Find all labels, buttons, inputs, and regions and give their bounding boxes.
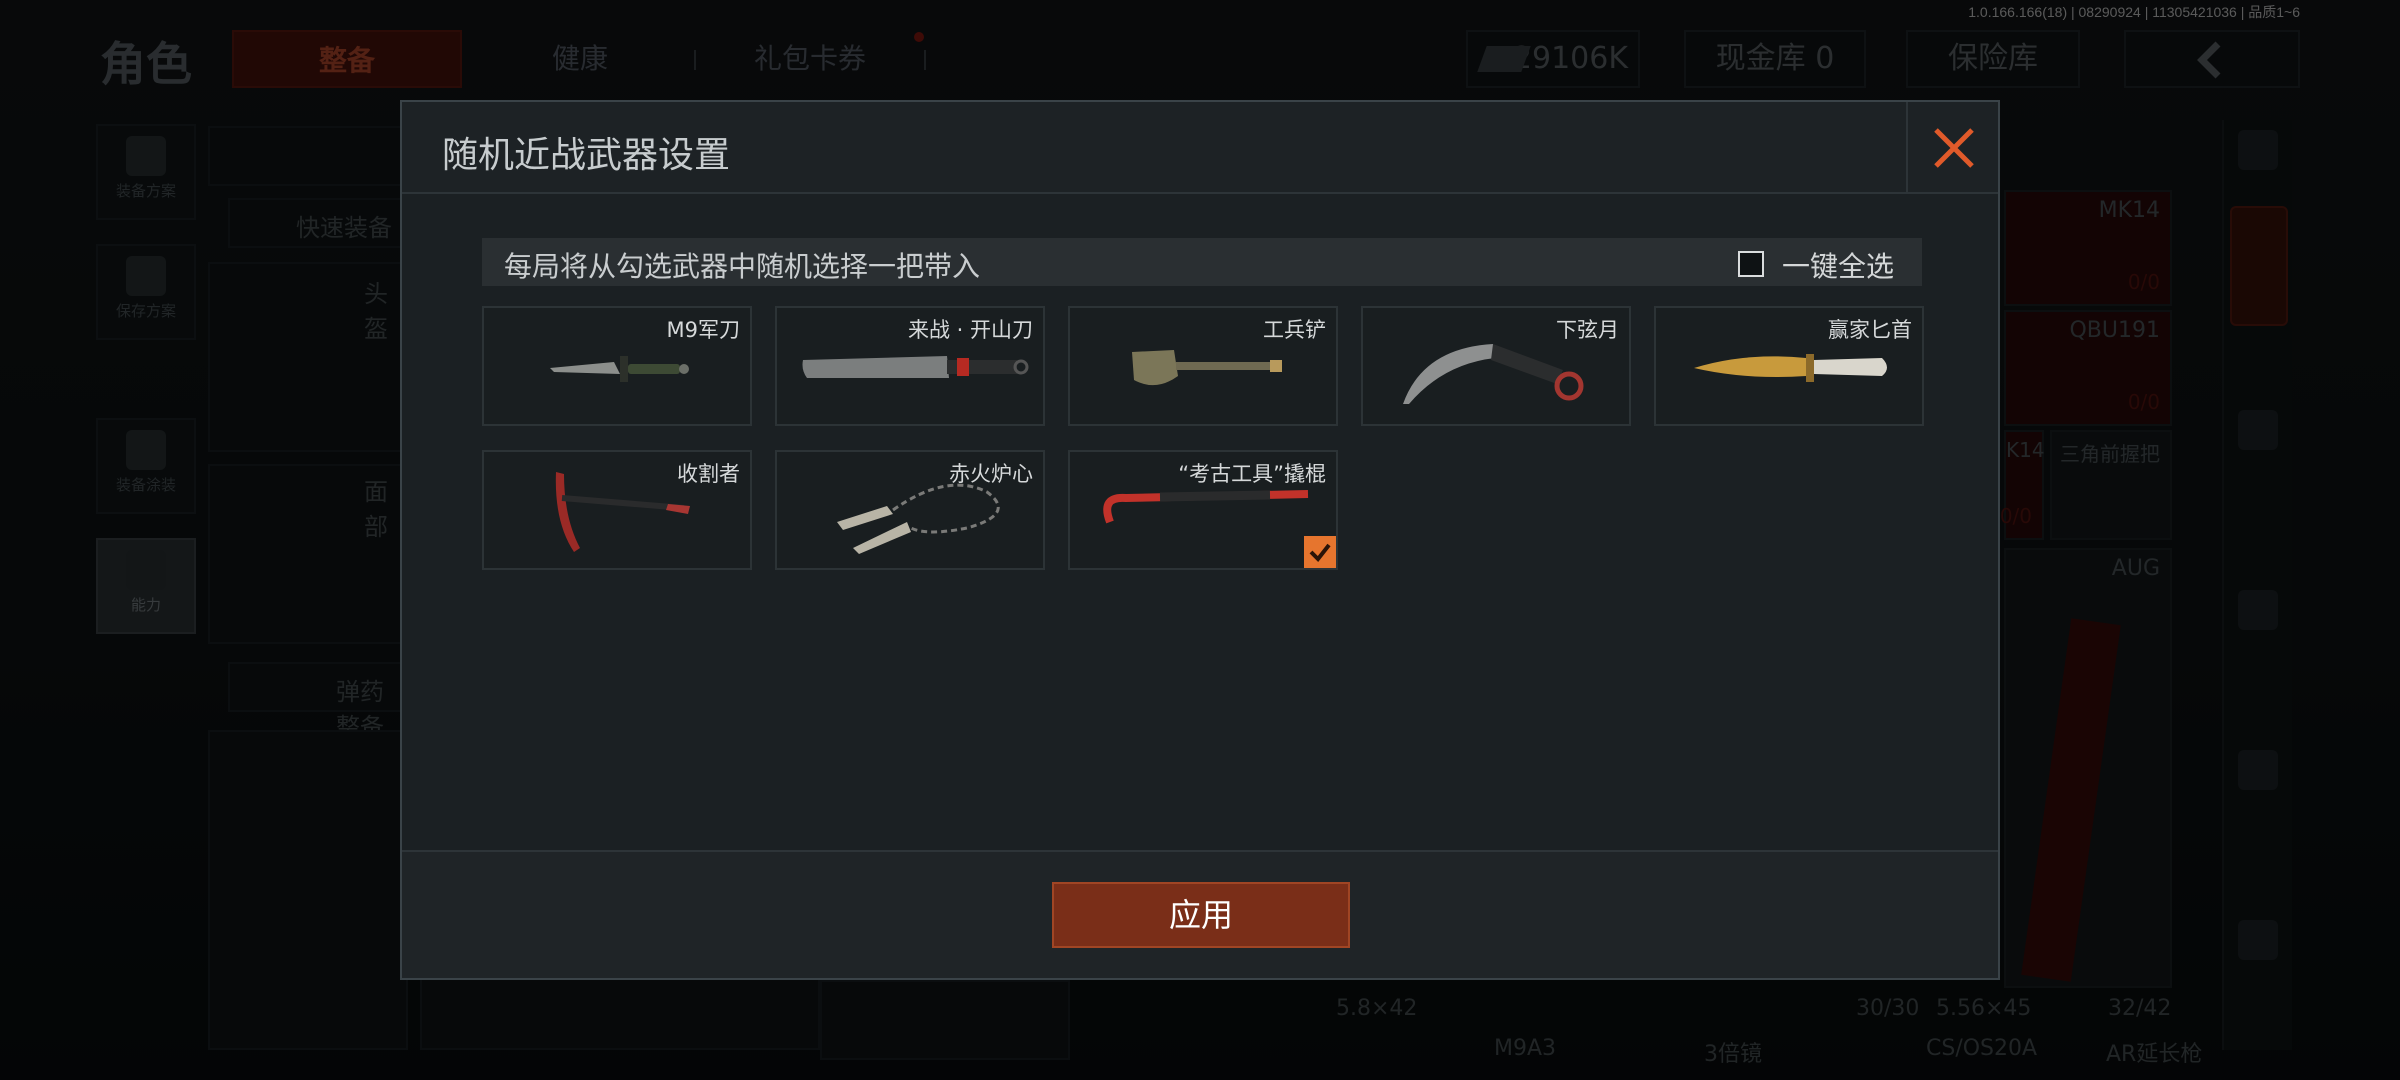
apply-button[interactable]: 应用 xyxy=(1052,882,1350,948)
magazine-tab-icon[interactable] xyxy=(2238,750,2278,790)
weapon-name: AUG xyxy=(2111,556,2160,581)
ammo-tab-icon[interactable] xyxy=(2238,920,2278,960)
rail-equip-plan[interactable]: 装备方案 xyxy=(96,124,196,220)
select-all-label: 一键全选 xyxy=(1782,250,1895,283)
tab-gift-coupons[interactable]: 礼包卡券 xyxy=(730,30,890,88)
checked-indicator[interactable] xyxy=(1304,536,1336,568)
quick-equip-button[interactable]: 快速装备 xyxy=(228,198,408,248)
checkbox-box[interactable] xyxy=(1738,251,1764,277)
dialog-header: 随机近战武器设置 xyxy=(402,102,1998,194)
rail-equip-skin[interactable]: 装备涂装 xyxy=(96,418,196,514)
attachment-label: 3倍镜 xyxy=(1704,1042,1762,1067)
cash-vault-button[interactable]: 现金库 0 xyxy=(1684,30,1866,88)
layers-icon[interactable] xyxy=(2238,130,2278,170)
quick-equip-label: 快速装备 xyxy=(296,214,392,242)
info-text: 每局将从勾选武器中随机选择一把带入 xyxy=(504,250,981,283)
attachment-label: K14 xyxy=(2006,438,2045,462)
dialog-footer: 应用 xyxy=(402,850,1998,978)
lightning-hex-icon xyxy=(126,550,166,590)
notification-dot xyxy=(914,32,924,42)
weapon-name: 来战 · 开山刀 xyxy=(907,318,1033,342)
ammo-caliber-label: 5.8×42 xyxy=(1336,996,1418,1021)
face-slot[interactable]: 面部 xyxy=(208,464,408,644)
currency-display: 29106K xyxy=(1466,30,1640,88)
rail-label: 能力 xyxy=(130,596,161,614)
weapon-tile[interactable]: 赢家匕首 xyxy=(1654,306,1924,426)
weapon-name: 下弦月 xyxy=(1556,318,1619,342)
rail-label: 装备方案 xyxy=(115,182,176,200)
insurance-vault-button[interactable]: 保险库 xyxy=(1906,30,2080,88)
attachment-slot[interactable]: K14 0/0 xyxy=(2000,430,2045,540)
back-button[interactable] xyxy=(2124,30,2300,88)
weapon-card-aug[interactable]: AUG xyxy=(2004,548,2172,988)
tab-divider xyxy=(694,50,696,70)
armor-count xyxy=(208,126,408,186)
ammo-caliber-label: 5.56×45 xyxy=(1936,996,2032,1021)
weapon-name: QBU191 xyxy=(2069,318,2160,343)
select-all-checkbox[interactable]: 一键全选 xyxy=(1738,245,1898,283)
ammo-count-label: 30/30 xyxy=(1856,996,1920,1021)
random-melee-dialog: 随机近战武器设置 每局将从勾选武器中随机选择一把带入 一键全选 M9军刀 来战 … xyxy=(400,100,2000,980)
weapon-tile[interactable]: 收割者 xyxy=(482,450,752,570)
weapon-tile[interactable]: 赤火炉心 xyxy=(775,450,1045,570)
attachment-label: CS/OS20A xyxy=(1926,1036,2038,1061)
attachment-grip-slot[interactable]: 三角前握把 xyxy=(2050,430,2172,540)
weapon-card-qbu191[interactable]: QBU191 0/0 xyxy=(2004,310,2172,426)
inventory-item xyxy=(820,980,1070,1060)
version-info: 1.0.166.166(18) | 08290924 | 11305421036… xyxy=(1968,4,2300,20)
weapon-tab-icon[interactable] xyxy=(2230,206,2288,326)
rail-label: 保存方案 xyxy=(115,302,176,320)
attachment-label: 三角前握把 xyxy=(2060,442,2160,466)
checkmark-icon xyxy=(1309,543,1331,563)
close-button[interactable] xyxy=(1906,102,1998,194)
weapon-name: 工兵铲 xyxy=(1263,318,1326,342)
weapon-tile[interactable]: 下弦月 xyxy=(1361,306,1631,426)
weapon-name: 赤火炉心 xyxy=(949,462,1033,486)
weapon-name: “考古工具”撬棍 xyxy=(1178,462,1326,486)
rail-save-plan[interactable]: 保存方案 xyxy=(96,244,196,340)
close-icon xyxy=(1934,128,1974,168)
attachment-label: M9A3 xyxy=(1494,1036,1557,1061)
ammo-count-label: 32/42 xyxy=(2108,996,2172,1021)
helmet-slot[interactable]: 头盔 xyxy=(208,262,408,452)
rail-ability[interactable]: 能力 xyxy=(96,538,196,634)
armor-tab-icon[interactable] xyxy=(2238,410,2278,450)
weapon-name: M9军刀 xyxy=(666,318,740,342)
tab-divider xyxy=(924,50,926,70)
attachment-label: AR延长枪 xyxy=(2106,1042,2203,1067)
weapon-card-mk14[interactable]: MK14 0/0 xyxy=(2004,190,2172,306)
right-rail xyxy=(2222,120,2292,1050)
weapon-tile[interactable]: M9军刀 xyxy=(482,306,752,426)
dialog-title: 随机近战武器设置 xyxy=(442,135,731,176)
weapon-tile[interactable]: 工兵铲 xyxy=(1068,306,1338,426)
back-arrow-icon xyxy=(2197,41,2221,79)
tab-health[interactable]: 健康 xyxy=(510,30,650,88)
bag-slot xyxy=(208,730,408,1050)
attachment-ammo: 0/0 xyxy=(1999,504,2032,528)
rifle-tab-icon[interactable] xyxy=(2238,590,2278,630)
weapon-tile[interactable]: “考古工具”撬棍 xyxy=(1068,450,1338,570)
rail-label: 装备涂装 xyxy=(115,476,176,494)
tab-equip[interactable]: 整备 xyxy=(232,30,462,88)
weapon-ammo: 0/0 xyxy=(2127,270,2160,294)
rifle-silhouette xyxy=(2021,618,2121,982)
weapon-tile[interactable]: 来战 · 开山刀 xyxy=(775,306,1045,426)
weapon-ammo: 0/0 xyxy=(2127,390,2160,414)
download-icon xyxy=(126,256,166,296)
page-title: 角色 xyxy=(100,37,192,91)
ammo-equip-button[interactable]: 弹药整备 xyxy=(228,662,408,741)
weapon-name: MK14 xyxy=(2098,198,2160,223)
vest-icon xyxy=(126,136,166,176)
weapon-name: 赢家匕首 xyxy=(1828,318,1912,342)
info-bar: 每局将从勾选武器中随机选择一把带入 一键全选 xyxy=(482,238,1922,286)
helmet-icon xyxy=(126,430,166,470)
weapon-name: 收割者 xyxy=(677,462,740,486)
